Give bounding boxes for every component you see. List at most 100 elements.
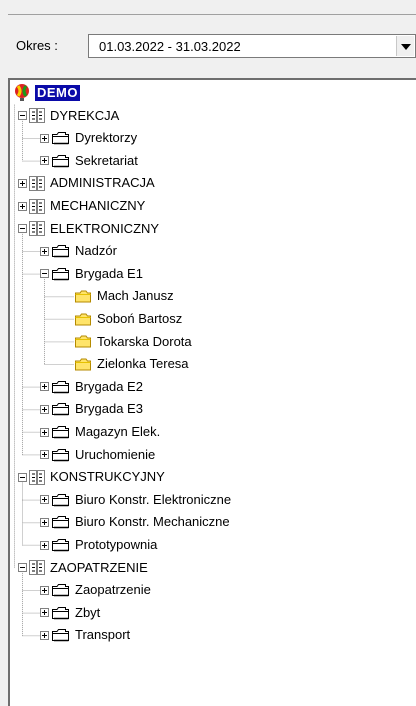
tree-item-label: Dyrektorzy [75,130,138,146]
tree-group[interactable]: Brygada E2 [40,376,143,398]
folder-icon [52,493,69,507]
tree-item-label: Zbyt [75,604,101,620]
folder-icon [75,313,91,325]
tree-item-label: Soboń Bartosz [97,311,183,326]
expand-toggle[interactable] [40,382,49,392]
department-icon [29,175,45,191]
tree-item-label: MECHANICZNY [50,198,146,213]
folder-icon [52,629,69,642]
folder-icon [52,267,69,281]
expand-toggle[interactable] [40,156,49,166]
tree-person[interactable]: Zielonka Teresa [74,353,189,375]
tree-item-label: Nadzór [75,243,117,259]
tree-group[interactable]: Biuro Konstr. Mechaniczne [40,511,230,533]
tree-item-label: Zaopatrzenie [75,582,151,598]
expand-toggle[interactable] [40,404,49,414]
tree-item-label: DYREKCJA [50,107,120,123]
tree-item-label: ELEKTRONICZNY [50,220,160,236]
expand-toggle[interactable] [40,133,49,143]
department-icon [29,221,45,237]
tree-item-label: Transport [75,627,131,643]
department-icon [29,198,45,214]
collapse-toggle[interactable] [18,563,27,573]
expand-toggle[interactable] [40,427,49,437]
expand-toggle[interactable] [40,585,49,595]
expand-toggle[interactable] [40,450,49,460]
tree-item-label: KONSTRUKCYJNY [50,469,165,485]
department-icon [29,560,45,576]
balloon-icon [15,84,29,101]
folder-icon [52,132,69,145]
tree-item-label: Brygada E2 [75,378,143,394]
tree-item-label: Tokarska Dorota [97,333,192,349]
expand-toggle[interactable] [40,540,49,550]
period-select[interactable]: 01.03.2022 - 31.03.2022 [88,34,416,58]
tree-group[interactable]: Biuro Konstr. Elektroniczne [40,489,231,511]
chevron-down-icon [401,44,411,50]
period-value: 01.03.2022 - 31.03.2022 [99,39,241,54]
expand-toggle[interactable] [40,517,49,527]
folder-icon [52,154,69,168]
folder-icon [52,606,69,620]
period-dropdown-button[interactable] [396,36,414,56]
collapse-toggle[interactable] [18,111,27,121]
folder-icon [52,539,69,552]
collapse-toggle[interactable] [18,224,27,234]
folder-icon [75,358,91,371]
folder-icon [52,245,69,258]
tree-item-label: Biuro Konstr. Mechaniczne [75,514,230,530]
tree-group[interactable]: Prototypownia [40,534,157,556]
tree-item-label: ADMINISTRACJA [50,175,155,191]
tree-department[interactable]: ZAOPATRZENIE [18,557,148,579]
tree-group[interactable]: Brygada E3 [40,398,143,420]
tree-person[interactable]: Mach Janusz [74,285,174,307]
expand-toggle[interactable] [40,495,49,505]
tree-item-label: Uruchomienie [75,446,156,462]
expand-toggle[interactable] [40,246,49,256]
top-separator [8,14,416,15]
tree-group[interactable]: Brygada E1 [40,263,143,285]
expand-toggle[interactable] [18,201,27,211]
tree-department[interactable]: KONSTRUKCYJNY [18,466,165,488]
folder-icon [52,426,69,439]
period-label: Okres : [16,38,58,53]
expand-toggle[interactable] [40,608,49,618]
expand-toggle[interactable] [18,178,27,188]
folder-icon [52,516,69,529]
department-icon [29,469,45,485]
tree-group[interactable]: Uruchomienie [40,444,155,466]
expand-toggle[interactable] [40,630,49,640]
tree-root-label: DEMO [35,85,80,101]
folder-icon [75,335,91,348]
tree-item-label: Brygada E3 [75,401,143,417]
tree-item-label: ZAOPATRZENIE [50,559,148,575]
tree-department[interactable]: ADMINISTRACJA [18,172,155,194]
tree-item-label: Magazyn Elek. [75,424,161,439]
tree-group[interactable]: Zbyt [40,602,100,624]
folder-icon [52,403,69,416]
department-icon [29,108,45,124]
org-tree[interactable]: DEMO DYREKCJA Dyrektorzy Sekretariat ADMINIS… [8,78,416,706]
tree-group[interactable]: Sekretariat [40,150,138,172]
tree-department[interactable]: DYREKCJA [18,105,119,127]
collapse-toggle[interactable] [40,269,49,279]
tree-department[interactable]: MECHANICZNY [18,195,145,217]
tree-item-label: Sekretariat [75,152,138,168]
tree-group[interactable]: Nadzór [40,240,117,262]
tree-person[interactable]: Soboń Bartosz [74,308,182,330]
tree-item-label: Prototypownia [75,537,158,552]
folder-icon [52,448,69,461]
tree-person[interactable]: Tokarska Dorota [74,331,192,353]
tree-item-label: Mach Janusz [97,288,174,304]
tree-root[interactable]: DEMO [14,82,80,104]
tree-group[interactable]: Zaopatrzenie [40,579,151,601]
folder-icon [75,290,91,303]
tree-group[interactable]: Magazyn Elek. [40,421,160,443]
tree-group[interactable]: Dyrektorzy [40,127,137,149]
collapse-toggle[interactable] [18,472,27,482]
folder-icon [52,380,69,394]
tree-department[interactable]: ELEKTRONICZNY [18,218,159,240]
folder-icon [52,584,69,597]
tree-item-label: Zielonka Teresa [97,356,189,372]
tree-group[interactable]: Transport [40,624,130,646]
